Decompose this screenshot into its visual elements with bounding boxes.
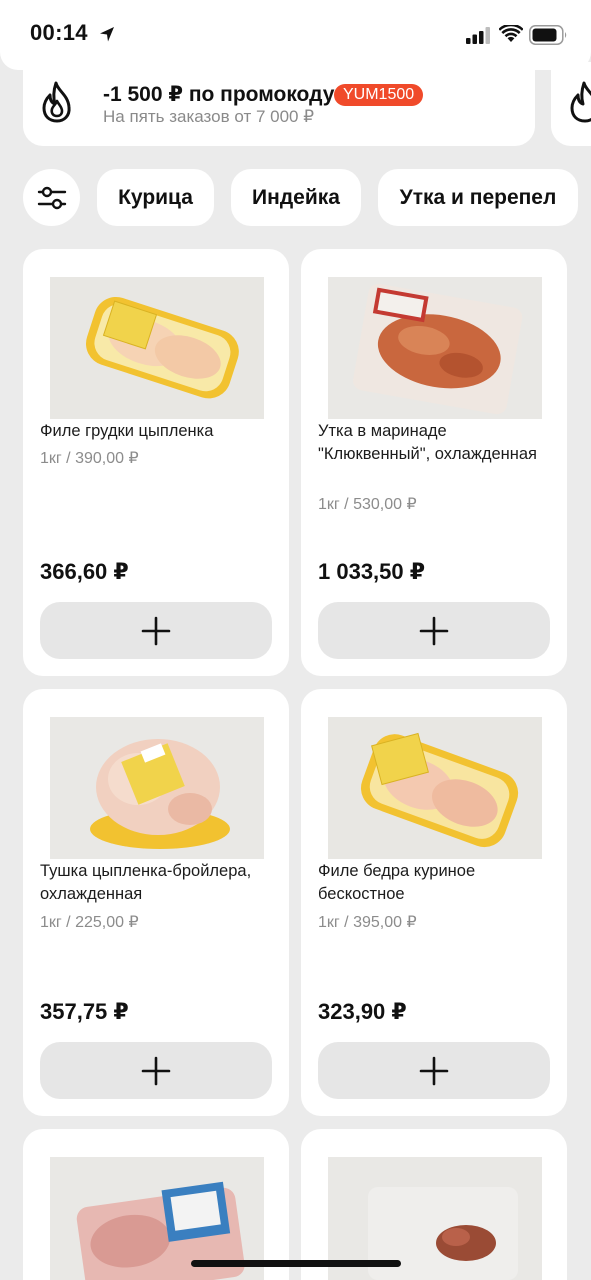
plus-icon xyxy=(419,1056,449,1085)
plus-icon xyxy=(141,616,171,645)
product-unit-price: 1кг / 530,00 ₽ xyxy=(318,496,417,513)
product-name: Тушка цыпленка-бройлера, охлажденная xyxy=(40,862,252,903)
product-unit-price: 1кг / 390,00 ₽ xyxy=(40,450,139,467)
status-bar: 00:14 xyxy=(0,0,591,70)
add-to-cart-button[interactable] xyxy=(40,1042,272,1099)
promo-banner[interactable]: -1 500 ₽ по промокоду YUM1500 На пять за… xyxy=(23,62,535,146)
category-chip-duck-quail[interactable]: Утка и перепел xyxy=(378,169,578,226)
plus-icon xyxy=(141,1056,171,1085)
product-unit-price: 1кг / 395,00 ₽ xyxy=(318,914,417,931)
filter-sliders-icon xyxy=(37,186,66,209)
add-to-cart-button[interactable] xyxy=(318,1042,550,1099)
product-price: 357,75 ₽ xyxy=(40,999,129,1024)
product-image xyxy=(328,277,542,419)
product-name: Утка в маринаде "Клюквенный", охлажденна… xyxy=(318,422,537,463)
product-card[interactable]: Тушка цыпленка-бройлера, охлажденная 1кг… xyxy=(23,689,289,1116)
product-price: 323,90 ₽ xyxy=(318,999,407,1024)
product-unit-price: 1кг / 225,00 ₽ xyxy=(40,914,139,931)
promo-code-badge: YUM1500 xyxy=(334,84,424,106)
product-card[interactable]: Филе грудки цыпленка 1кг / 390,00 ₽ 366,… xyxy=(23,249,289,676)
product-card[interactable]: Филе бедра куриное бескостное 1кг / 395,… xyxy=(301,689,567,1116)
product-price: 366,60 ₽ xyxy=(40,559,129,584)
promo-title: -1 500 ₽ по промокоду xyxy=(103,83,335,106)
promo-banner-next[interactable] xyxy=(551,62,591,146)
add-to-cart-button[interactable] xyxy=(40,602,272,659)
flame-icon xyxy=(570,81,591,123)
product-name: Филе бедра куриное бескостное xyxy=(318,862,476,903)
product-image xyxy=(50,277,264,419)
promo-subtitle: На пять заказов от 7 000 ₽ xyxy=(103,107,315,126)
product-card[interactable] xyxy=(301,1129,567,1280)
filter-button[interactable] xyxy=(23,169,80,226)
product-price: 1 033,50 ₽ xyxy=(318,559,426,584)
category-chip-chicken[interactable]: Курица xyxy=(97,169,214,226)
product-card[interactable]: Утка в маринаде "Клюквенный", охлажденна… xyxy=(301,249,567,676)
plus-icon xyxy=(419,616,449,645)
wifi-icon xyxy=(499,25,523,42)
status-time: 00:14 xyxy=(30,20,88,45)
product-name: Филе грудки цыпленка xyxy=(40,422,214,440)
product-image xyxy=(50,717,264,859)
location-arrow-icon xyxy=(100,27,114,42)
category-chip-turkey[interactable]: Индейка xyxy=(231,169,361,226)
add-to-cart-button[interactable] xyxy=(318,602,550,659)
product-card[interactable] xyxy=(23,1129,289,1280)
home-indicator[interactable] xyxy=(191,1260,401,1267)
flame-icon xyxy=(42,81,71,123)
cellular-signal-icon xyxy=(466,27,490,44)
battery-icon xyxy=(529,25,567,45)
product-image xyxy=(328,717,542,859)
